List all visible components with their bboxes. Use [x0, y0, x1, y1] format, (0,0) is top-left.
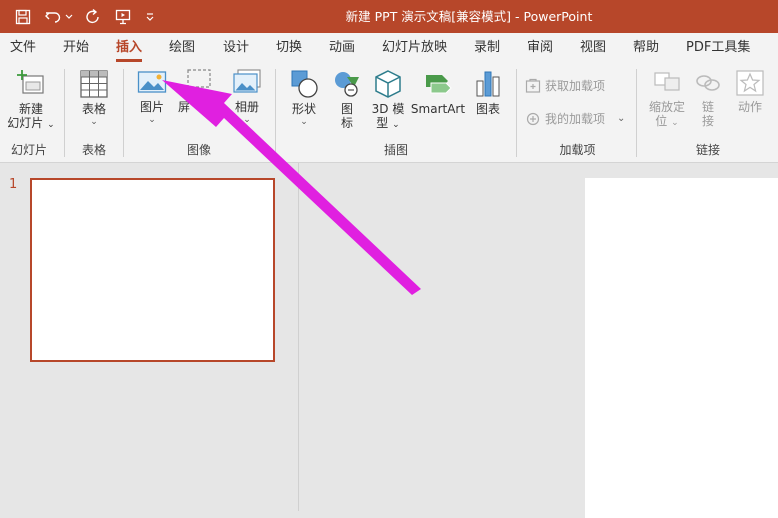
my-addins-label: 我的加载项	[545, 112, 606, 126]
chart-label: 图表	[475, 102, 500, 116]
addins-icon	[526, 112, 540, 125]
get-addins-button[interactable]: 获取加载项	[525, 77, 605, 94]
group-label-links: 链接	[695, 143, 720, 157]
group-label-tables: 表格	[81, 143, 106, 157]
zoom-icon	[654, 72, 680, 91]
tab-file[interactable]: 文件	[10, 33, 36, 63]
slide-canvas[interactable]	[585, 178, 778, 518]
3d-cube-icon	[375, 70, 401, 98]
icons-icon	[335, 72, 359, 97]
group-separator	[275, 69, 276, 157]
tab-draw[interactable]: 绘图	[169, 33, 195, 63]
photo-album-icon	[233, 69, 261, 93]
shapes-button[interactable]: 形状 ⌄	[284, 69, 324, 128]
chevron-down-icon: ⌄	[47, 120, 55, 130]
chart-button[interactable]: 图表	[468, 69, 508, 116]
slide-thumbnails-pane: 1	[0, 163, 299, 511]
pictures-button[interactable]: 图片 ⌄	[132, 69, 172, 126]
zoom-button[interactable]: 缩放定 位 ⌄	[644, 69, 690, 130]
link-label-2: 接	[701, 114, 714, 128]
chevron-down-icon: ⌄	[671, 118, 679, 128]
new-slide-button[interactable]: 新建 幻灯片 ⌄	[5, 69, 57, 132]
tab-design[interactable]: 设计	[223, 33, 249, 63]
tab-review[interactable]: 审阅	[527, 33, 553, 63]
smartart-label: SmartArt	[410, 102, 466, 116]
tab-insert[interactable]: 插入	[116, 33, 143, 63]
chevron-down-icon: ⌄	[243, 115, 251, 125]
screenshot-label-2: 图	[208, 101, 221, 115]
tab-view[interactable]: 视图	[580, 33, 606, 63]
link-label-1: 链	[701, 100, 714, 114]
table-label: 表格	[81, 102, 106, 116]
table-icon	[80, 70, 108, 98]
tab-help[interactable]: 帮助	[633, 33, 659, 63]
tab-record[interactable]: 录制	[474, 33, 500, 63]
table-button[interactable]: 表格 ⌄	[72, 69, 116, 128]
new-slide-label-2: 幻灯片	[7, 116, 44, 130]
zoom-label-2: 位	[655, 114, 668, 128]
tab-animations[interactable]: 动画	[329, 33, 355, 63]
chevron-down-icon: ⌄	[300, 117, 308, 127]
3d-models-label-2: 型	[376, 116, 389, 130]
ribbon-tabs: 文件 开始 插入 绘图 设计 切换 动画 幻灯片放映 录制 审阅 视图 帮助 P…	[0, 33, 778, 63]
chart-icon	[476, 71, 500, 97]
get-addins-label: 获取加载项	[545, 79, 606, 93]
icons-label-2: 标	[340, 116, 353, 130]
new-slide-label-1: 新建	[18, 102, 43, 116]
tab-pdf-tools[interactable]: PDF工具集	[686, 33, 750, 63]
smartart-icon	[426, 75, 452, 94]
document-title: 新建 PPT 演示文稿[兼容模式] - PowerPoint	[345, 9, 593, 24]
my-addins-button[interactable]: 我的加载项 ⌄	[525, 110, 625, 127]
picture-icon	[137, 71, 167, 93]
shapes-label: 形状	[291, 102, 316, 116]
shapes-icon	[291, 70, 318, 98]
title-bar: 新建 PPT 演示文稿[兼容模式] - PowerPoint	[0, 0, 778, 33]
action-label: 动作	[737, 100, 762, 114]
slide-thumbnail-1[interactable]	[30, 178, 275, 362]
3d-models-label-1: 3D 模	[371, 102, 405, 116]
screenshot-icon	[187, 69, 211, 88]
chevron-down-icon: ⌄	[617, 113, 626, 124]
pictures-label: 图片	[139, 100, 164, 114]
photo-album-button[interactable]: 相册 ⌄	[227, 69, 267, 126]
new-slide-icon	[17, 70, 44, 94]
icons-label-1: 图	[340, 102, 353, 116]
chevron-down-icon: ⌄	[392, 120, 400, 130]
zoom-label-1: 缩放定	[648, 100, 685, 114]
tab-transitions[interactable]: 切换	[276, 33, 302, 63]
group-label-addins: 加载项	[559, 143, 596, 157]
group-separator	[64, 69, 65, 157]
group-label-illustrations: 插图	[383, 143, 408, 157]
link-button[interactable]: 链 接	[692, 69, 724, 128]
tab-home[interactable]: 开始	[63, 33, 89, 63]
slide-editor-area	[299, 163, 778, 518]
group-separator	[123, 69, 124, 157]
photo-album-label: 相册	[234, 100, 259, 114]
store-icon	[525, 78, 541, 93]
slide-number: 1	[9, 177, 18, 192]
group-label-images: 图像	[186, 143, 211, 157]
icons-button[interactable]: 图 标	[330, 69, 364, 130]
smartart-button[interactable]: SmartArt	[410, 69, 466, 116]
star-icon	[736, 70, 764, 96]
group-separator	[636, 69, 637, 157]
group-label-slides: 幻灯片	[10, 143, 47, 157]
action-button[interactable]: 动作	[728, 69, 772, 114]
3d-models-button[interactable]: 3D 模 型 ⌄	[368, 69, 408, 132]
group-separator	[516, 69, 517, 157]
ribbon: 新建 幻灯片 ⌄ 幻灯片 表格 ⌄ 表格 图片 ⌄ 屏 图 相册 ⌄ 图像 形状…	[0, 63, 778, 163]
chevron-down-icon: ⌄	[148, 115, 156, 125]
link-icon	[696, 75, 720, 91]
tab-slideshow[interactable]: 幻灯片放映	[382, 33, 447, 63]
screenshot-label-tail: 图	[206, 101, 224, 115]
chevron-down-icon: ⌄	[90, 117, 98, 127]
